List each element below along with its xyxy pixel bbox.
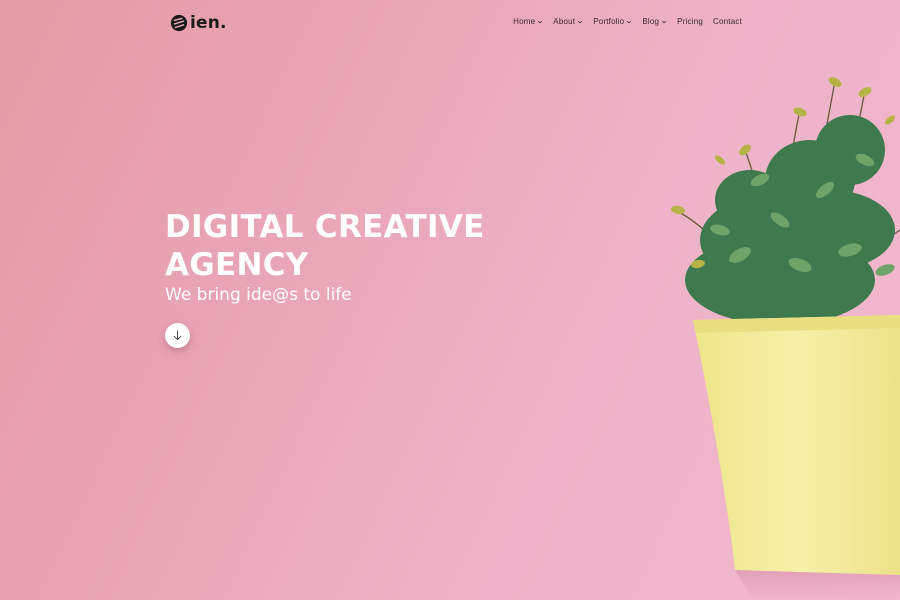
nav-label: Blog: [642, 17, 660, 26]
logo-text: ien.: [190, 13, 227, 33]
nav-item-blog[interactable]: Blog: [642, 17, 667, 26]
nav-item-portfolio[interactable]: Portfolio: [593, 17, 632, 26]
chevron-down-icon: [538, 20, 543, 23]
nav-label: Contact: [713, 17, 742, 26]
logo-mark-icon: [170, 14, 188, 32]
scroll-down-button[interactable]: [165, 323, 190, 348]
chevron-down-icon: [662, 20, 667, 23]
nav-item-home[interactable]: Home: [513, 17, 543, 26]
chevron-down-icon: [578, 20, 583, 23]
main-nav: Home About Portfolio Blog Pricing Contac…: [513, 17, 742, 26]
nav-label: About: [553, 17, 576, 26]
nav-label: Pricing: [677, 17, 704, 26]
hero-title: DIGITAL CREATIVE AGENCY: [165, 209, 485, 283]
chevron-down-icon: [627, 20, 632, 23]
nav-label: Portfolio: [593, 17, 625, 26]
arrow-down-icon: [173, 330, 182, 341]
nav-item-pricing[interactable]: Pricing: [677, 17, 703, 26]
nav-item-contact[interactable]: Contact: [713, 17, 742, 26]
logo[interactable]: ien.: [170, 13, 227, 33]
hero-subtitle: We bring ide@s to life: [165, 285, 352, 305]
potted-plant-image: [671, 77, 900, 600]
nav-label: Home: [513, 17, 536, 26]
nav-item-about[interactable]: About: [553, 17, 583, 26]
